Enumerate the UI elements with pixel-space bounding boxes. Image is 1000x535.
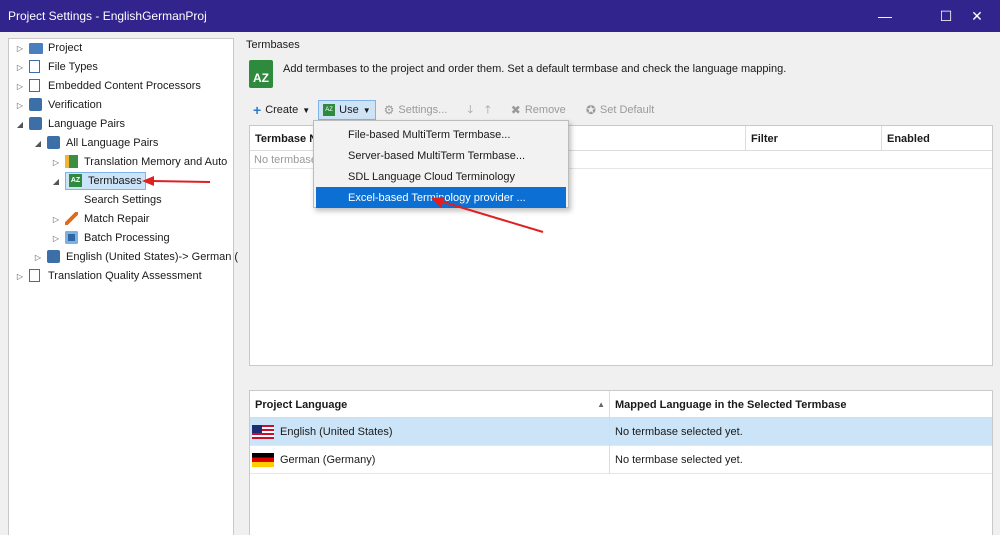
tree-item-all-language-pairs[interactable]: ◢ All Language Pairs	[33, 134, 158, 152]
sort-ascending-icon: ▲	[597, 400, 605, 409]
window-title: Project Settings - EnglishGermanProj	[8, 9, 207, 23]
create-button[interactable]: + Create ▼	[249, 100, 314, 120]
termbase-toolbar: + Create ▼ AZ Use ▼ ⚙ Settings... 🡓 🡑 ✖ …	[249, 99, 654, 121]
batch-processing-icon	[65, 231, 79, 245]
menu-item-sdl-language-cloud[interactable]: SDL Language Cloud Terminology	[314, 166, 568, 187]
expand-icon[interactable]: ▷	[15, 63, 25, 72]
collapse-icon[interactable]: ◢	[51, 177, 61, 186]
processor-icon	[29, 79, 43, 93]
settings-button[interactable]: ⚙ Settings...	[380, 100, 452, 120]
dropdown-arrow-icon: ▼	[302, 105, 311, 115]
title-bar: Project Settings - EnglishGermanProj — ☐…	[0, 0, 1000, 32]
expand-icon[interactable]: ▷	[51, 158, 61, 167]
us-flag-icon	[252, 425, 274, 439]
language-mapping-grid: Project Language ▲ Mapped Language in th…	[249, 390, 993, 535]
section-title: Termbases	[246, 39, 300, 51]
annotation-arrow-icon	[142, 176, 211, 186]
use-button[interactable]: AZ Use ▼	[318, 100, 376, 120]
move-down-button[interactable]: 🡓	[463, 100, 477, 120]
language-grid-header: Project Language ▲ Mapped Language in th…	[250, 391, 992, 418]
termbase-large-icon: AZ	[249, 60, 273, 88]
arrow-down-icon: 🡓	[467, 103, 474, 116]
annotation-arrow-icon	[431, 197, 544, 233]
menu-item-server-based-multiterm[interactable]: Server-based MultiTerm Termbase...	[314, 145, 568, 166]
tqa-icon	[29, 269, 43, 283]
close-button[interactable]: ✕	[954, 0, 1000, 32]
tree-item-english-german[interactable]: ▷ English (United States)-> German (	[33, 248, 238, 266]
language-pairs-icon	[29, 117, 43, 131]
expand-icon[interactable]: ▷	[15, 44, 25, 53]
remove-icon: ✖	[510, 103, 521, 117]
expand-icon[interactable]: ▷	[33, 253, 43, 262]
language-pairs-icon	[47, 250, 61, 264]
project-icon	[29, 41, 43, 55]
tree-item-translation-memory[interactable]: ▷ Translation Memory and Auto	[51, 153, 227, 171]
tree-item-translation-quality-assessment[interactable]: ▷ Translation Quality Assessment	[15, 267, 202, 285]
tree-item-search-settings[interactable]: Search Settings	[84, 191, 162, 209]
translation-memory-icon	[65, 155, 79, 169]
column-header-mapped-language[interactable]: Mapped Language in the Selected Termbase	[610, 391, 994, 418]
expand-icon[interactable]: ▷	[15, 272, 25, 281]
arrow-up-icon: 🡑	[485, 103, 491, 116]
termbase-icon: AZ	[69, 174, 83, 188]
verification-icon	[29, 98, 43, 112]
gear-icon: ⚙	[383, 103, 395, 117]
settings-tree: ▷ Project ▷ File Types ▷ Embedded Conten…	[8, 38, 238, 535]
dropdown-arrow-icon: ▼	[362, 105, 371, 115]
tree-item-embedded-content-processors[interactable]: ▷ Embedded Content Processors	[15, 77, 201, 95]
tree-item-batch-processing[interactable]: ▷ Batch Processing	[51, 229, 170, 247]
table-row[interactable]: German (Germany) No termbase selected ye…	[250, 446, 992, 474]
german-flag-icon	[252, 453, 274, 467]
expand-icon[interactable]: ▷	[51, 234, 61, 243]
wrench-icon	[65, 212, 79, 226]
tree-item-file-types[interactable]: ▷ File Types	[15, 58, 98, 76]
collapse-icon[interactable]: ◢	[15, 120, 25, 129]
set-default-button[interactable]: ✪ Set Default	[582, 100, 658, 120]
file-types-icon	[29, 60, 43, 74]
tree-item-verification[interactable]: ▷ Verification	[15, 96, 102, 114]
column-header-filter[interactable]: Filter	[746, 126, 882, 151]
move-up-button[interactable]: 🡑	[481, 100, 495, 120]
collapse-icon[interactable]: ◢	[33, 139, 43, 148]
expand-icon[interactable]: ▷	[15, 82, 25, 91]
tree-item-language-pairs[interactable]: ◢ Language Pairs	[15, 115, 125, 133]
language-pairs-icon	[47, 136, 61, 150]
expand-icon[interactable]: ▷	[15, 101, 25, 110]
tree-item-project[interactable]: ▷ Project	[15, 39, 82, 57]
minimize-button[interactable]: —	[862, 0, 908, 32]
mapped-language-cell: No termbase selected yet.	[615, 426, 743, 438]
column-header-enabled[interactable]: Enabled	[882, 126, 992, 151]
tree-item-termbases[interactable]: ◢ AZ Termbases	[51, 172, 146, 190]
default-badge-icon: ✪	[585, 103, 596, 117]
expand-icon[interactable]: ▷	[51, 215, 61, 224]
remove-button[interactable]: ✖ Remove	[507, 100, 570, 120]
menu-item-file-based-multiterm[interactable]: File-based MultiTerm Termbase...	[314, 124, 568, 145]
tree-item-match-repair[interactable]: ▷ Match Repair	[51, 210, 149, 228]
section-description: Add termbases to the project and order t…	[283, 63, 787, 75]
plus-icon: +	[253, 102, 262, 118]
table-row[interactable]: English (United States) No termbase sele…	[250, 418, 992, 446]
termbase-icon: AZ	[323, 104, 336, 116]
mapped-language-cell: No termbase selected yet.	[615, 454, 743, 466]
column-header-project-language[interactable]: Project Language ▲	[250, 391, 610, 418]
